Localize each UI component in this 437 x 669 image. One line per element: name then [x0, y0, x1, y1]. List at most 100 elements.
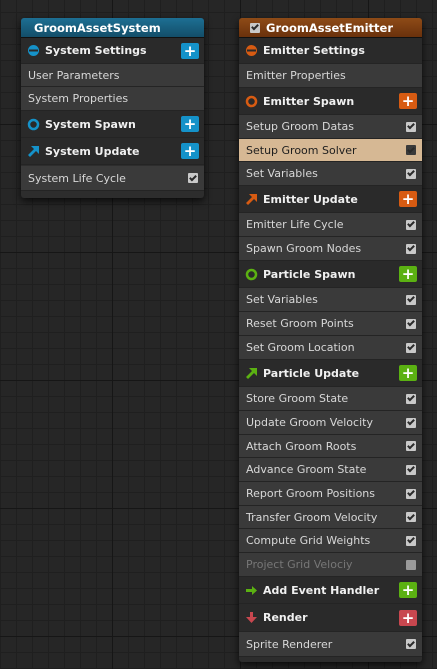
emitter-node[interactable]: GroomAssetEmitter Emitter Settings Emitt…: [239, 18, 422, 662]
module-enabled-checkbox[interactable]: [406, 488, 416, 499]
module-item-selected[interactable]: Setup Groom Solver: [239, 139, 422, 162]
module-enabled-checkbox[interactable]: [406, 639, 416, 649]
module-label: Set Variables: [246, 167, 318, 180]
add-event-handler-button[interactable]: +: [399, 582, 417, 598]
system-life-cycle-item[interactable]: System Life Cycle: [21, 166, 204, 191]
system-life-cycle-label: System Life Cycle: [28, 171, 126, 185]
add-event-handler-group[interactable]: Add Event Handler +: [239, 577, 422, 604]
module-enabled-checkbox[interactable]: [406, 342, 416, 353]
emitter-properties-label: Emitter Properties: [246, 69, 346, 82]
module-item[interactable]: Set Groom Location: [239, 336, 422, 360]
system-settings-icon: [27, 44, 40, 57]
emitter-node-title: GroomAssetEmitter: [266, 20, 394, 35]
emitter-node-header[interactable]: GroomAssetEmitter: [239, 18, 422, 38]
module-label: Report Groom Positions: [246, 487, 375, 500]
module-item[interactable]: Update Groom Velocity: [239, 411, 422, 435]
module-label: Emitter Life Cycle: [246, 218, 344, 231]
module-enabled-checkbox[interactable]: [406, 243, 416, 254]
system-node-header[interactable]: GroomAssetSystem: [21, 18, 204, 38]
module-item[interactable]: Sprite Renderer: [239, 632, 422, 657]
module-enabled-checkbox[interactable]: [406, 559, 416, 570]
module-item[interactable]: Store Groom State: [239, 387, 422, 411]
add-event-handler-label: Add Event Handler: [263, 583, 380, 597]
system-spawn-icon: [27, 118, 40, 131]
module-enabled-checkbox[interactable]: [406, 393, 416, 404]
system-properties-item[interactable]: System Properties: [21, 87, 204, 111]
emitter-properties-item[interactable]: Emitter Properties: [239, 64, 422, 88]
module-item[interactable]: Advance Groom State: [239, 458, 422, 482]
system-spawn-group[interactable]: System Spawn +: [21, 111, 204, 138]
system-spawn-label: System Spawn: [45, 117, 136, 131]
system-node[interactable]: GroomAssetSystem System Settings + User …: [21, 18, 204, 198]
module-enabled-checkbox[interactable]: [406, 417, 416, 428]
module-item[interactable]: Reset Groom Points: [239, 312, 422, 336]
module-enabled-checkbox[interactable]: [406, 441, 416, 451]
emitter-update-label: Emitter Update: [263, 192, 358, 206]
module-label: Project Grid Velociy: [246, 558, 353, 571]
emitter-settings-label: Emitter Settings: [263, 44, 365, 57]
module-item[interactable]: Setup Groom Datas: [239, 115, 422, 139]
module-label: Attach Groom Roots: [246, 439, 357, 453]
emitter-spawn-icon: [245, 95, 258, 108]
add-system-update-button[interactable]: +: [181, 143, 199, 159]
system-life-cycle-checkbox[interactable]: [188, 173, 198, 183]
module-item[interactable]: Set Variables: [239, 288, 422, 312]
system-properties-label: System Properties: [28, 92, 129, 105]
system-node-title: GroomAssetSystem: [34, 20, 161, 35]
module-enabled-checkbox[interactable]: [406, 168, 416, 179]
module-enabled-checkbox[interactable]: [406, 294, 416, 305]
module-item[interactable]: Transfer Groom Velocity: [239, 506, 422, 529]
system-update-icon: [27, 145, 40, 158]
module-enabled-checkbox[interactable]: [406, 464, 416, 475]
module-item[interactable]: Attach Groom Roots: [239, 435, 422, 458]
particle-spawn-group[interactable]: Particle Spawn +: [239, 261, 422, 288]
add-system-settings-button[interactable]: +: [181, 42, 199, 59]
emitter-spawn-label: Emitter Spawn: [263, 94, 355, 108]
add-renderer-button[interactable]: +: [399, 609, 417, 626]
system-settings-label: System Settings: [45, 44, 147, 57]
add-particle-spawn-button[interactable]: +: [399, 266, 417, 282]
module-item-disabled[interactable]: Project Grid Velociy: [239, 553, 422, 577]
render-label: Render: [263, 611, 308, 624]
particle-update-label: Particle Update: [263, 366, 360, 380]
module-enabled-checkbox[interactable]: [406, 318, 416, 329]
add-system-spawn-button[interactable]: +: [181, 116, 199, 132]
module-label: Reset Groom Points: [246, 317, 354, 330]
module-enabled-checkbox[interactable]: [406, 219, 416, 230]
particle-spawn-icon: [245, 268, 258, 281]
emitter-spawn-group[interactable]: Emitter Spawn +: [239, 88, 422, 115]
module-label: Compute Grid Weights: [246, 534, 371, 547]
emitter-settings-icon: [245, 44, 258, 57]
emitter-update-group[interactable]: Emitter Update +: [239, 186, 422, 213]
module-item[interactable]: Report Groom Positions: [239, 482, 422, 506]
render-group[interactable]: Render +: [239, 604, 422, 632]
event-handler-arrow-icon: [245, 584, 258, 597]
module-item[interactable]: Emitter Life Cycle: [239, 213, 422, 237]
particle-update-group[interactable]: Particle Update +: [239, 360, 422, 387]
emitter-enabled-checkbox[interactable]: [250, 22, 260, 33]
add-particle-update-button[interactable]: +: [399, 365, 417, 381]
module-enabled-checkbox[interactable]: [406, 145, 416, 155]
module-item[interactable]: Set Variables: [239, 162, 422, 186]
module-label: Set Variables: [246, 293, 318, 306]
emitter-settings-group[interactable]: Emitter Settings: [239, 38, 422, 64]
module-label: Spawn Groom Nodes: [246, 242, 362, 255]
module-enabled-checkbox[interactable]: [406, 121, 416, 132]
system-settings-group[interactable]: System Settings +: [21, 38, 204, 64]
module-enabled-checkbox[interactable]: [406, 535, 416, 546]
module-item[interactable]: Spawn Groom Nodes: [239, 237, 422, 261]
module-item[interactable]: Compute Grid Weights: [239, 529, 422, 553]
module-label: Setup Groom Solver: [246, 143, 357, 157]
render-icon: [245, 611, 258, 624]
system-update-group[interactable]: System Update +: [21, 138, 204, 165]
module-label: Advance Groom State: [246, 463, 367, 476]
particle-spawn-label: Particle Spawn: [263, 267, 356, 281]
user-parameters-label: User Parameters: [28, 68, 120, 82]
system-update-label: System Update: [45, 144, 140, 158]
add-emitter-update-button[interactable]: +: [399, 191, 417, 207]
add-emitter-spawn-button[interactable]: +: [399, 93, 417, 109]
module-enabled-checkbox[interactable]: [406, 512, 416, 522]
user-parameters-item[interactable]: User Parameters: [21, 64, 204, 87]
module-label: Setup Groom Datas: [246, 120, 354, 133]
module-label: Update Groom Velocity: [246, 416, 373, 429]
